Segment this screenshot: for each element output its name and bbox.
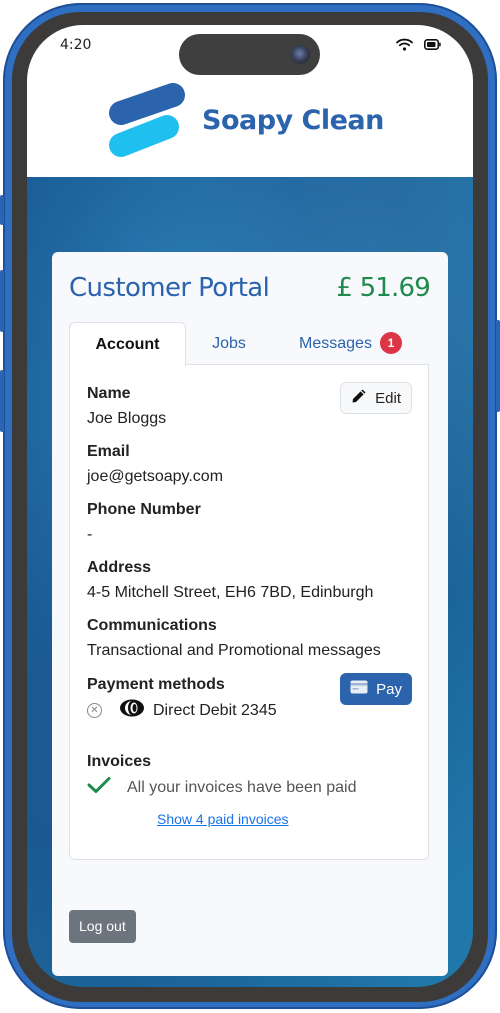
pay-button-label: Pay bbox=[376, 680, 402, 698]
invoice-status-text: All your invoices have been paid bbox=[127, 778, 357, 796]
screen: 4:20 Soapy Clean Customer Portal £ 51.69… bbox=[27, 25, 473, 987]
field-label: Email bbox=[87, 443, 130, 460]
account-panel: Edit Name Joe Bloggs Email joe@getsoapy.… bbox=[69, 364, 429, 860]
tab-bar: Account Jobs Messages 1 bbox=[69, 322, 429, 366]
status-icons bbox=[396, 38, 441, 51]
tab-account[interactable]: Account bbox=[69, 322, 186, 366]
wifi-icon bbox=[396, 38, 413, 51]
field-address: Address 4-5 Mitchell Street, EH6 7BD, Ed… bbox=[87, 557, 373, 604]
field-value: Transactional and Promotional messages bbox=[87, 642, 381, 659]
field-label: Payment methods bbox=[87, 676, 225, 693]
show-paid-invoices-link[interactable]: Show 4 paid invoices bbox=[157, 811, 289, 827]
account-balance: £ 51.69 bbox=[336, 273, 430, 303]
field-phone: Phone Number - bbox=[87, 499, 201, 546]
field-name: Name Joe Bloggs bbox=[87, 383, 166, 430]
portal-card: Customer Portal £ 51.69 Account Jobs Mes… bbox=[52, 252, 448, 976]
field-label: Address bbox=[87, 559, 152, 576]
volume-up-button bbox=[0, 270, 4, 332]
battery-icon bbox=[424, 39, 441, 50]
field-label: Communications bbox=[87, 617, 217, 634]
logout-button[interactable]: Log out bbox=[69, 910, 136, 943]
tab-messages-label: Messages bbox=[299, 335, 372, 352]
tab-jobs[interactable]: Jobs bbox=[186, 322, 272, 365]
field-value: 4-5 Mitchell Street, EH6 7BD, Edinburgh bbox=[87, 584, 374, 601]
volume-down-button bbox=[0, 370, 4, 432]
remove-icon[interactable]: ✕ bbox=[87, 703, 102, 718]
power-button bbox=[496, 320, 500, 412]
status-time: 4:20 bbox=[60, 37, 92, 53]
check-icon bbox=[87, 776, 111, 799]
camera-icon bbox=[291, 45, 310, 64]
field-label: Name bbox=[87, 385, 131, 402]
direct-debit-icon bbox=[119, 699, 145, 722]
field-value: Joe Bloggs bbox=[87, 410, 167, 427]
edit-button-label: Edit bbox=[375, 389, 401, 407]
field-label: Invoices bbox=[87, 753, 152, 770]
payment-method-item: ✕ Direct Debit 2345 bbox=[87, 699, 277, 722]
field-invoices: Invoices All your invoices have been pai… bbox=[87, 751, 356, 799]
field-payment-methods: Payment methods ✕ Direct Debit 2345 bbox=[87, 674, 277, 722]
messages-badge: 1 bbox=[379, 332, 402, 354]
card-icon bbox=[350, 680, 368, 698]
field-email: Email joe@getsoapy.com bbox=[87, 441, 223, 488]
brand-logo bbox=[107, 81, 189, 163]
edit-button[interactable]: Edit bbox=[340, 382, 412, 414]
invoice-status: All your invoices have been paid bbox=[87, 776, 356, 799]
tab-messages[interactable]: Messages 1 bbox=[272, 322, 429, 365]
page-title: Customer Portal bbox=[69, 273, 270, 303]
pay-button[interactable]: Pay bbox=[340, 673, 412, 705]
payment-method-name: Direct Debit 2345 bbox=[153, 701, 277, 719]
pencil-icon bbox=[351, 388, 367, 408]
field-label: Phone Number bbox=[87, 501, 201, 518]
dynamic-island bbox=[179, 34, 320, 75]
brand-name: Soapy Clean bbox=[202, 105, 384, 136]
action-button bbox=[0, 195, 4, 225]
tab-jobs-label: Jobs bbox=[212, 335, 246, 352]
tab-account-label: Account bbox=[95, 336, 160, 353]
field-value: - bbox=[87, 526, 93, 543]
field-value: joe@getsoapy.com bbox=[87, 468, 224, 485]
field-communications: Communications Transactional and Promoti… bbox=[87, 615, 381, 662]
